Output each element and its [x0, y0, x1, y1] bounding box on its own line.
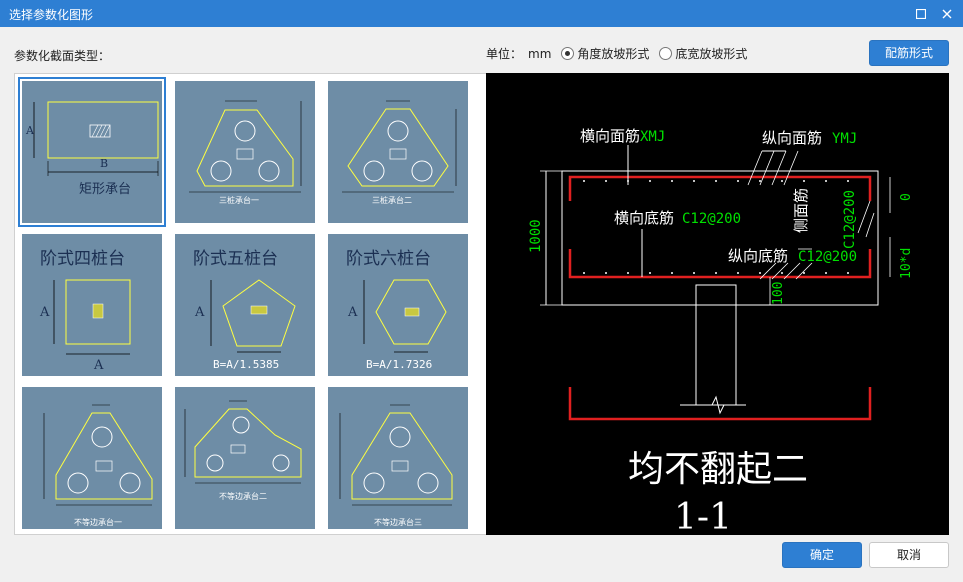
title-bar: 选择参数化图形	[0, 0, 963, 27]
shape-caption: 三桩承台二	[372, 195, 412, 205]
ok-button[interactable]: 确定	[782, 542, 862, 568]
cancel-button[interactable]: 取消	[869, 542, 949, 568]
rebar-form-button[interactable]: 配筋形式	[869, 40, 949, 66]
radio-width-slope[interactable]: 底宽放坡形式	[659, 45, 747, 62]
label-a-bottom: A	[93, 358, 104, 373]
ten-d-dimension: 10*d	[899, 248, 914, 279]
label-a: A	[39, 305, 50, 320]
unit-row: 单位： mm 角度放坡形式 底宽放坡形式	[486, 45, 747, 62]
section-type-label: 参数化截面类型：	[14, 49, 111, 63]
bottom-transverse-label: 横向底筋	[614, 209, 674, 227]
radio-selected-icon[interactable]	[561, 47, 575, 60]
height-dimension: 1000	[528, 219, 544, 253]
shape-caption: 矩形承台	[79, 182, 131, 197]
label-a: A	[25, 124, 35, 137]
preview-title: 均不翻起二	[628, 449, 808, 490]
shape-caption: 三桩承台一	[219, 195, 259, 205]
zero-dimension: 0	[899, 193, 914, 201]
section-label: 1-1	[674, 497, 732, 535]
top-longitudinal-label: 纵向面筋	[762, 129, 822, 147]
label-a: A	[194, 305, 205, 320]
shape-rect-cap[interactable]: A B 矩形承台	[18, 77, 166, 227]
close-icon[interactable]	[936, 3, 958, 25]
top-transverse-value: XMJ	[640, 129, 665, 145]
radio-angle-slope[interactable]: 角度放坡形式	[561, 45, 649, 62]
shape-unequal-cap-2[interactable]: 不等边承台二	[175, 387, 315, 529]
shape-three-pile-cap-1[interactable]: 三桩承台一	[175, 81, 315, 223]
shape-caption: 不等边承台二	[219, 491, 267, 501]
rebar-preview: 横向面筋 XMJ 纵向面筋 YMJ 横向底筋 C12@200 纵向底筋 C12@…	[486, 73, 949, 538]
unit-label: 单位：	[486, 47, 523, 61]
bottom-longitudinal-label: 纵向底筋	[728, 247, 788, 265]
top-transverse-label: 横向面筋	[580, 127, 640, 145]
shape-stepped-six-pile[interactable]: 阶式六桩台 A B=A/1.7326	[328, 234, 468, 376]
label-b: B	[100, 157, 108, 170]
shape-caption: 不等边承台三	[374, 517, 422, 527]
side-rebar-label: 侧面筋	[792, 188, 810, 233]
shape-title: 阶式六桩台	[346, 249, 431, 269]
shape-title: 阶式四桩台	[40, 249, 125, 269]
formula: B=A/1.5385	[213, 358, 279, 371]
radio-width-label: 底宽放坡形式	[675, 47, 748, 61]
bottom-longitudinal-value: C12@200	[798, 249, 857, 265]
shape-caption: 不等边承台一	[74, 517, 122, 527]
bottom-transverse-value: C12@200	[682, 211, 741, 227]
shape-three-pile-cap-2[interactable]: 三桩承台二	[328, 81, 468, 223]
shape-stepped-four-pile[interactable]: 阶式四桩台 A A	[22, 234, 162, 376]
formula: B=A/1.7326	[366, 358, 432, 371]
cover-dimension: 100	[771, 282, 786, 305]
shape-title: 阶式五桩台	[193, 249, 278, 269]
side-rebar-value: C12@200	[842, 190, 858, 249]
window-title: 选择参数化图形	[9, 8, 94, 22]
restore-icon[interactable]	[910, 3, 932, 25]
radio-angle-label: 角度放坡形式	[577, 47, 650, 61]
shape-unequal-cap-1[interactable]: 不等边承台一	[22, 387, 162, 529]
shape-stepped-five-pile[interactable]: 阶式五桩台 A B=A/1.5385	[175, 234, 315, 376]
shape-list[interactable]: A B 矩形承台 三桩承台一 三桩承台二 阶式四桩台 A A 阶式五桩台 A B…	[14, 73, 487, 535]
label-a: A	[347, 305, 358, 320]
top-longitudinal-value: YMJ	[832, 131, 857, 147]
radio-unselected-icon[interactable]	[659, 47, 673, 60]
shape-unequal-cap-3[interactable]: 不等边承台三	[328, 387, 468, 529]
unit-value: mm	[528, 46, 552, 61]
